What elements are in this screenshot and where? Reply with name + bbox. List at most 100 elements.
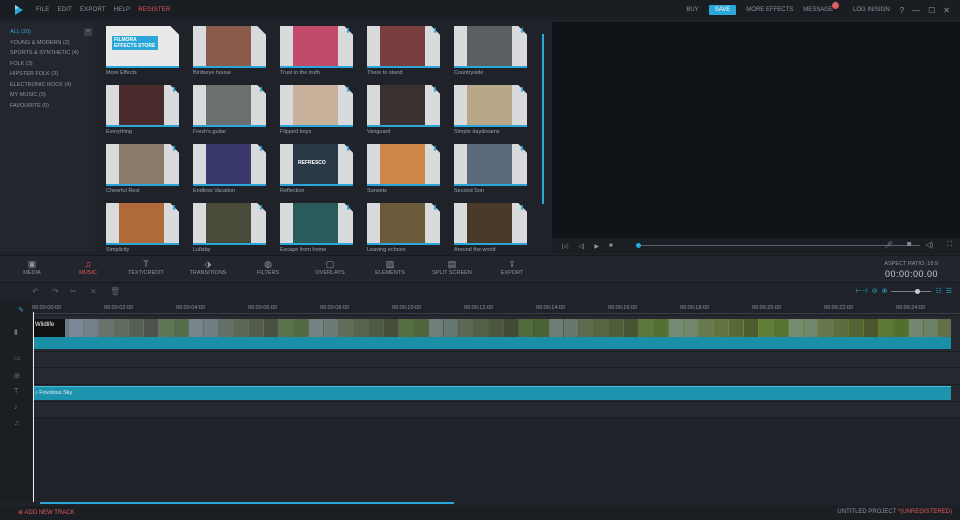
download-icon[interactable]: ⬇ xyxy=(432,27,438,35)
download-icon[interactable]: ⬇ xyxy=(432,145,438,153)
buy-button[interactable]: BUY xyxy=(686,7,698,13)
zoom-slider-knob[interactable] xyxy=(915,288,921,294)
music-thumbnail[interactable]: ⬇ Everything xyxy=(106,85,179,135)
music-thumbnail[interactable]: ⬇ Simplicity xyxy=(106,203,179,253)
music-thumbnail[interactable]: ⬇ Trust in the truth xyxy=(280,26,353,76)
skip-back-icon[interactable]: |◁ xyxy=(562,243,568,250)
snapshot-icon[interactable]: ◙ xyxy=(907,241,911,249)
menu-export[interactable]: EXPORT xyxy=(80,7,106,13)
download-icon[interactable]: ⬇ xyxy=(258,145,264,153)
download-icon[interactable]: ⬇ xyxy=(258,204,264,212)
fullscreen-icon[interactable]: ⛶ xyxy=(947,241,952,249)
login-button[interactable]: LOG IN/SIGN xyxy=(853,7,890,13)
minimize-icon[interactable]: — xyxy=(912,6,920,15)
tool-transitions[interactable]: ⬗ TRANSITIONS xyxy=(178,259,238,276)
download-icon[interactable]: ⬇ xyxy=(519,86,525,94)
tool-elements[interactable]: ▨ ELEMENTS xyxy=(360,259,420,276)
video-clip-audio[interactable] xyxy=(33,337,951,349)
message-button[interactable]: MESSAGE 1 xyxy=(803,2,843,13)
preview-progress-track[interactable] xyxy=(636,245,920,246)
more-effects-button[interactable]: MORE EFFECTS xyxy=(746,7,793,13)
music-thumbnail[interactable]: ⬇ Countryside xyxy=(454,26,527,76)
music-thumbnail[interactable]: ⬇ Cheerful Rest xyxy=(106,144,179,194)
tool-text-credit[interactable]: T TEXT/CREDIT xyxy=(116,259,176,276)
tool-music[interactable]: ♫ MUSIC xyxy=(58,259,118,276)
download-icon[interactable]: ⬇ xyxy=(345,145,351,153)
library-scrollbar[interactable] xyxy=(542,34,544,204)
fit-timeline-icon[interactable]: ⊢⊣ xyxy=(855,287,867,295)
download-icon[interactable]: ⬇ xyxy=(345,86,351,94)
category-item[interactable]: ELECTRONIC ROCK (4) xyxy=(0,81,95,92)
category-item[interactable]: YOUNG & MODERN (2) xyxy=(0,39,95,50)
category-item[interactable]: HIPSTER FOLK (3) xyxy=(0,70,95,81)
music-thumbnail[interactable]: ⬇ Simple daydreams xyxy=(454,85,527,135)
tool-overlays[interactable]: ▢ OVERLAYS xyxy=(300,259,360,276)
tool-media[interactable]: ▣ MEDIA xyxy=(2,259,62,276)
download-icon[interactable]: ⬇ xyxy=(345,204,351,212)
redo-icon[interactable]: ↷ xyxy=(52,287,59,296)
video-clip[interactable]: Wildlife xyxy=(33,319,951,337)
download-icon[interactable]: ⬇ xyxy=(432,204,438,212)
timeline-scrollbar[interactable] xyxy=(40,502,454,504)
download-icon[interactable]: ⬇ xyxy=(171,145,177,153)
music-thumbnail[interactable]: FILMORA EFFECTS STORE More Effects xyxy=(106,26,179,76)
zoom-in-icon[interactable]: ⊕ xyxy=(882,287,888,295)
tool-filters[interactable]: ◍ FILTERS xyxy=(238,259,298,276)
music-thumbnail[interactable]: ⬇ There to stand xyxy=(367,26,440,76)
menu-edit[interactable]: EDIT xyxy=(57,7,71,13)
step-back-icon[interactable]: ◁| xyxy=(578,243,584,250)
menu-file[interactable]: FILE xyxy=(36,7,49,13)
music-thumbnail[interactable]: ⬇ Second Son xyxy=(454,144,527,194)
save-button[interactable]: SAVE xyxy=(708,5,737,15)
close-icon[interactable]: ✕ xyxy=(943,6,950,15)
music-thumbnail[interactable]: ⬇ Leaving echoes xyxy=(367,203,440,253)
zoom-slider[interactable] xyxy=(891,288,932,294)
zoom-out-icon[interactable]: ⊖ xyxy=(872,287,878,295)
music-thumbnail[interactable]: Birdseye house xyxy=(193,26,266,76)
settings-icon[interactable]: ☷ xyxy=(935,287,941,295)
music-thumbnail[interactable]: ⬇ Around the world xyxy=(454,203,527,253)
music-thumbnail[interactable]: ⬇ Vanguard xyxy=(367,85,440,135)
add-track-button[interactable]: ⊕ ADD NEW TRACK xyxy=(18,509,75,516)
microphone-icon[interactable]: 🎤︎ xyxy=(884,241,893,249)
split-icon[interactable]: ⨯ xyxy=(90,287,97,296)
music-thumbnail[interactable]: ⬇ Lullaby xyxy=(193,203,266,253)
music-thumbnail[interactable]: ⬇ Endless Vacation xyxy=(193,144,266,194)
music-thumbnail[interactable]: ⬇ Sunsets xyxy=(367,144,440,194)
help-icon[interactable]: ? xyxy=(900,6,904,15)
volume-icon[interactable]: ◁) xyxy=(925,241,933,249)
undo-icon[interactable]: ↶ xyxy=(32,287,39,296)
download-icon[interactable]: ⬇ xyxy=(519,145,525,153)
category-item[interactable]: ALL (20) xyxy=(0,28,95,39)
download-icon[interactable]: ⬇ xyxy=(432,86,438,94)
play-icon[interactable]: ▶ xyxy=(594,243,599,250)
music-thumbnail[interactable]: ⬇ Fresh's guitar xyxy=(193,85,266,135)
download-icon[interactable]: ⬇ xyxy=(258,86,264,94)
tool-split-screen[interactable]: ▤ SPLIT SCREEN xyxy=(422,259,482,276)
collapse-panel-icon[interactable]: + xyxy=(84,28,92,36)
download-icon[interactable]: ⬇ xyxy=(519,27,525,35)
maximize-icon[interactable]: ☐ xyxy=(928,6,935,15)
playhead[interactable] xyxy=(33,312,34,502)
download-icon[interactable]: ⬇ xyxy=(519,204,525,212)
music-clip[interactable]: ♪ Frivolous Sky xyxy=(33,386,951,400)
menu-help[interactable]: HELP xyxy=(114,7,130,13)
category-item[interactable]: FOLK (3) xyxy=(0,60,95,71)
music-thumbnail[interactable]: ⬇ Flipped boys xyxy=(280,85,353,135)
timeline-ruler[interactable]: 00:00:00:00 00:00:02:00 00:00:04:00 00:00:0… xyxy=(32,302,960,314)
music-thumbnail[interactable]: REFRESCO ⬇ Reflection xyxy=(280,144,353,194)
download-icon[interactable]: ⬇ xyxy=(171,204,177,212)
download-icon[interactable]: ⬇ xyxy=(345,27,351,35)
layout-icon[interactable]: ☰ xyxy=(946,287,952,295)
cut-icon[interactable]: ✂ xyxy=(70,287,77,296)
category-item[interactable]: MY MUSIC (0) xyxy=(0,91,95,102)
preview-progress-knob[interactable] xyxy=(636,243,641,248)
download-icon[interactable]: ⬇ xyxy=(171,86,177,94)
category-item[interactable]: FAVOURITE (0) xyxy=(0,102,95,113)
music-thumbnail[interactable]: ⬇ Escape from home xyxy=(280,203,353,253)
delete-icon[interactable]: 🗑︎ xyxy=(110,287,120,296)
menu-register[interactable]: REGISTER xyxy=(138,7,170,13)
category-item[interactable]: SPORTS & SYNTHETIC (4) xyxy=(0,49,95,60)
tool-export[interactable]: ⇪ EXPORT xyxy=(482,259,542,276)
snap-icon[interactable]: ✎ xyxy=(18,306,24,314)
